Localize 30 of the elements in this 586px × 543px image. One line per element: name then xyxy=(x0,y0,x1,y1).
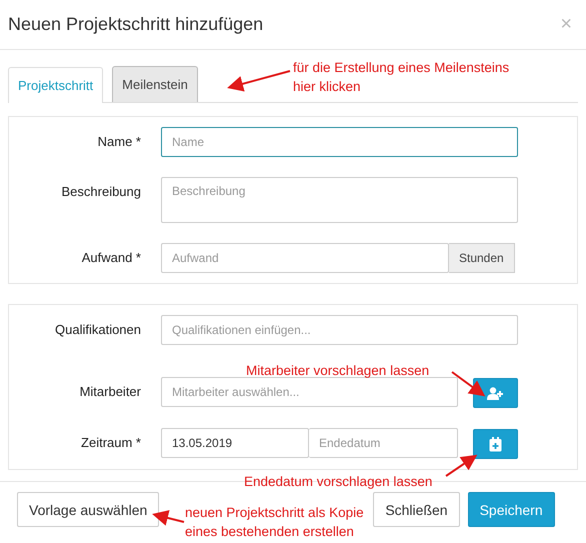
annotation-arrow xyxy=(152,510,184,526)
text-field[interactable]: Name xyxy=(161,127,518,157)
annotation-arrow xyxy=(445,454,478,477)
template-button[interactable]: Vorlage auswählen xyxy=(17,492,160,527)
suggest-employee-button[interactable] xyxy=(473,378,518,408)
field-label: Zeitraum * xyxy=(80,434,141,450)
tab[interactable]: Meilenstein xyxy=(112,66,198,102)
text-field[interactable]: Qualifikationen einfügen... xyxy=(161,315,518,345)
field-label: Mitarbeiter xyxy=(78,383,141,399)
annotation-arrow xyxy=(227,70,290,92)
field-label: Qualifikationen xyxy=(54,321,141,337)
field-label: Beschreibung xyxy=(60,183,141,199)
employee-field[interactable]: Mitarbeiter auswählen... xyxy=(161,377,458,407)
annotation-arrow xyxy=(451,371,486,396)
end-date-field[interactable]: Endedatum xyxy=(309,428,458,458)
user-plus-icon xyxy=(487,386,504,400)
field-label: Name * xyxy=(96,133,141,149)
description-field[interactable]: Beschreibung xyxy=(161,177,518,223)
annotation-text: Endedatum vorschlagen lassen xyxy=(244,473,432,491)
suggest-end-date-button[interactable] xyxy=(473,429,518,459)
annotation-text: Mitarbeiter vorschlagen lassen xyxy=(246,362,430,380)
annotation-text: neuen Projektschritt als Kopie eines bestehenden erstellen xyxy=(185,504,365,541)
annotation-text: für die Erstellung eines Meilensteins hier klicken xyxy=(293,59,510,96)
dialog-title: Neuen Projektschritt hinzufügen xyxy=(8,14,264,35)
calendar-plus-icon xyxy=(489,436,502,452)
start-date-field[interactable]: 13.05.2019 xyxy=(161,428,309,458)
unit-addon: Stunden xyxy=(449,243,515,273)
field-label: Aufwand * xyxy=(80,249,141,265)
close-dialog-button[interactable]: Schließen xyxy=(373,492,460,527)
effort-field[interactable]: Aufwand xyxy=(161,243,449,273)
